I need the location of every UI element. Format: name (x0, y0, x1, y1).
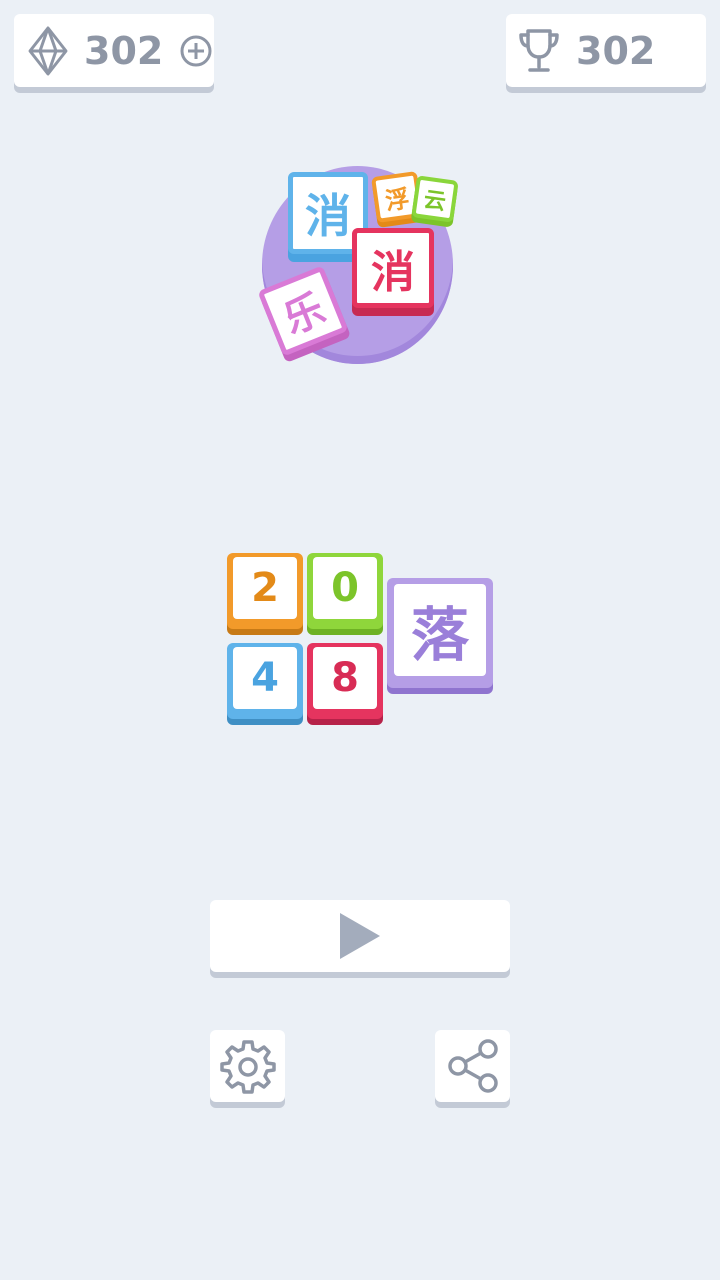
gear-icon (219, 1038, 276, 1094)
play-button[interactable] (210, 900, 510, 972)
share-icon (445, 1038, 501, 1094)
diamond-icon (26, 25, 70, 77)
share-button[interactable] (435, 1030, 510, 1102)
play-icon (338, 911, 382, 961)
plus-circle-icon[interactable] (179, 34, 213, 68)
title-tile-2: 2 (227, 553, 303, 629)
title-tile-4: 4 (227, 643, 303, 719)
title-tile-0: 0 (307, 553, 383, 629)
best-score-counter: 302 (506, 14, 706, 87)
title-tile-8: 8 (307, 643, 383, 719)
gems-counter: 302 (14, 14, 214, 87)
logo-tile-yun: 云 (411, 175, 459, 223)
settings-button[interactable] (210, 1030, 285, 1102)
gems-value: 302 (84, 28, 164, 73)
best-score-value: 302 (576, 28, 656, 73)
logo-tile-xiao-2: 消 (352, 228, 434, 308)
game-logo: 消 浮 云 消 乐 (250, 160, 470, 380)
title-tile-luo: 落 (387, 578, 493, 688)
trophy-icon (516, 27, 562, 75)
